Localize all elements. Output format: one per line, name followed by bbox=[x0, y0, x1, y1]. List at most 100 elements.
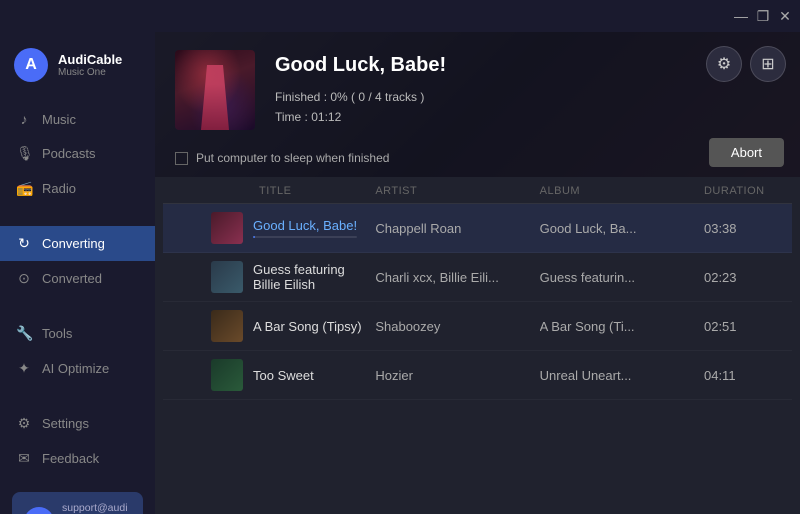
logo-icon: A bbox=[14, 48, 48, 82]
header-album: ALBUM bbox=[540, 185, 704, 197]
sidebar-label-podcasts: Podcasts bbox=[42, 146, 95, 161]
track-name: A Bar Song (Tipsy) bbox=[253, 319, 362, 334]
minimize-button[interactable]: — bbox=[734, 9, 748, 23]
track-title-cell: Too Sweet bbox=[211, 359, 375, 391]
track-artist: Chappell Roan bbox=[375, 221, 539, 236]
sidebar-label-feedback: Feedback bbox=[42, 451, 99, 466]
banner-content: Good Luck, Babe! Finished : 0% ( 0 / 4 t… bbox=[155, 32, 800, 140]
radio-icon: 📻 bbox=[16, 180, 32, 197]
track-title-cell: Good Luck, Babe! bbox=[211, 212, 375, 244]
close-button[interactable]: ✕ bbox=[778, 9, 792, 23]
track-duration: 04:11 bbox=[704, 368, 784, 383]
sidebar-item-converted[interactable]: ⊙ Converted bbox=[0, 261, 155, 296]
sidebar-label-radio: Radio bbox=[42, 181, 76, 196]
track-artist: Hozier bbox=[375, 368, 539, 383]
track-thumbnail bbox=[211, 310, 243, 342]
track-duration: 02:23 bbox=[704, 270, 784, 285]
table-row[interactable]: Too Sweet Hozier Unreal Uneart... 04:11 bbox=[163, 351, 792, 400]
track-progress-bar bbox=[253, 236, 357, 238]
table-row[interactable]: Guess featuring Billie Eilish Charli xcx… bbox=[163, 253, 792, 302]
track-artist: Charli xcx, Billie Eili... bbox=[375, 270, 539, 285]
sidebar-item-tools[interactable]: 🔧 Tools bbox=[0, 316, 155, 351]
track-name-wrapper: Guess featuring Billie Eilish bbox=[253, 262, 375, 292]
account-email: support@audicable.com bbox=[62, 502, 131, 514]
sidebar-nav-convert: ↻ Converting ⊙ Converted bbox=[0, 222, 155, 300]
track-thumbnail bbox=[211, 212, 243, 244]
sidebar-label-converting: Converting bbox=[42, 236, 105, 251]
banner-info: Good Luck, Babe! Finished : 0% ( 0 / 4 t… bbox=[275, 50, 780, 128]
abort-button[interactable]: Abort bbox=[709, 138, 784, 167]
track-thumbnail bbox=[211, 359, 243, 391]
settings-icon: ⚙ bbox=[16, 415, 32, 432]
track-artist: Shaboozey bbox=[375, 319, 539, 334]
sleep-label: Put computer to sleep when finished bbox=[196, 151, 389, 165]
track-album: Good Luck, Ba... bbox=[540, 221, 660, 236]
sidebar-label-tools: Tools bbox=[42, 326, 72, 341]
table-header: TITLE ARTIST ALBUM DURATION bbox=[163, 177, 792, 204]
sidebar-label-converted: Converted bbox=[42, 271, 102, 286]
track-album: A Bar Song (Ti... bbox=[540, 319, 660, 334]
sidebar-label-ai: AI Optimize bbox=[42, 361, 109, 376]
app-name: AudiCable bbox=[58, 52, 122, 67]
table-row[interactable]: Good Luck, Babe! Chappell Roan Good Luck… bbox=[163, 204, 792, 253]
sidebar: A AudiCable Music One ♪ Music 🎙 Podcasts… bbox=[0, 32, 155, 514]
header-duration: DURATION bbox=[704, 185, 784, 197]
main-content: Good Luck, Babe! Finished : 0% ( 0 / 4 t… bbox=[155, 32, 800, 514]
converted-icon: ⊙ bbox=[16, 270, 32, 287]
header-artist: ARTIST bbox=[375, 185, 539, 197]
sidebar-nav-bottom: ⚙ Settings ✉ Feedback bbox=[0, 402, 155, 480]
sidebar-item-music[interactable]: ♪ Music bbox=[0, 102, 155, 136]
track-name-wrapper: A Bar Song (Tipsy) bbox=[253, 319, 362, 334]
track-album: Unreal Uneart... bbox=[540, 368, 660, 383]
account-avatar: 👤 bbox=[24, 507, 54, 514]
track-thumbnail bbox=[211, 261, 243, 293]
window-controls: — ❐ ✕ bbox=[734, 9, 792, 23]
track-name: Guess featuring Billie Eilish bbox=[253, 262, 375, 292]
track-progress-fill bbox=[253, 236, 255, 238]
podcasts-icon: 🎙 bbox=[16, 145, 32, 162]
table-row[interactable]: A Bar Song (Tipsy) Shaboozey A Bar Song … bbox=[163, 302, 792, 351]
sidebar-item-converting[interactable]: ↻ Converting bbox=[0, 226, 155, 261]
header-num bbox=[171, 185, 211, 197]
feedback-icon: ✉ bbox=[16, 450, 32, 467]
music-icon: ♪ bbox=[16, 111, 32, 127]
track-duration: 02:51 bbox=[704, 319, 784, 334]
logo-area: A AudiCable Music One bbox=[0, 40, 155, 98]
track-album: Guess featurin... bbox=[540, 270, 660, 285]
track-list: TITLE ARTIST ALBUM DURATION Good Luck, B… bbox=[155, 177, 800, 514]
track-name-wrapper: Good Luck, Babe! bbox=[253, 218, 357, 238]
track-duration: 03:38 bbox=[704, 221, 784, 236]
account-card[interactable]: 👤 support@audicable.com bbox=[12, 492, 143, 514]
sidebar-bottom: 👤 support@audicable.com bbox=[0, 480, 155, 514]
track-name: Good Luck, Babe! bbox=[253, 218, 357, 233]
maximize-button[interactable]: ❐ bbox=[756, 9, 770, 23]
header-title: TITLE bbox=[211, 185, 375, 197]
sleep-row: Put computer to sleep when finished bbox=[175, 151, 389, 165]
top-banner: Good Luck, Babe! Finished : 0% ( 0 / 4 t… bbox=[155, 32, 800, 177]
banner-title: Good Luck, Babe! bbox=[275, 54, 780, 77]
ai-icon: ✦ bbox=[16, 360, 32, 377]
sidebar-item-ai-optimize[interactable]: ✦ AI Optimize bbox=[0, 351, 155, 386]
sidebar-label-music: Music bbox=[42, 112, 76, 127]
tools-icon: 🔧 bbox=[16, 325, 32, 342]
sidebar-nav-tools: 🔧 Tools ✦ AI Optimize bbox=[0, 312, 155, 390]
sidebar-item-settings[interactable]: ⚙ Settings bbox=[0, 406, 155, 441]
sleep-checkbox[interactable] bbox=[175, 152, 188, 165]
time-label: Time : 01:12 bbox=[275, 107, 780, 127]
album-art bbox=[175, 50, 255, 130]
sidebar-item-podcasts[interactable]: 🎙 Podcasts bbox=[0, 136, 155, 171]
track-name: Too Sweet bbox=[253, 368, 314, 383]
title-bar: — ❐ ✕ bbox=[0, 0, 800, 32]
sidebar-item-feedback[interactable]: ✉ Feedback bbox=[0, 441, 155, 476]
logo-text: AudiCable Music One bbox=[58, 52, 122, 78]
app-subtitle: Music One bbox=[58, 67, 122, 78]
track-name-wrapper: Too Sweet bbox=[253, 368, 314, 383]
converting-icon: ↻ bbox=[16, 235, 32, 252]
track-title-cell: A Bar Song (Tipsy) bbox=[211, 310, 375, 342]
track-title-cell: Guess featuring Billie Eilish bbox=[211, 261, 375, 293]
app-body: A AudiCable Music One ♪ Music 🎙 Podcasts… bbox=[0, 32, 800, 514]
finished-label: Finished : 0% ( 0 / 4 tracks ) bbox=[275, 87, 780, 107]
sidebar-item-radio[interactable]: 📻 Radio bbox=[0, 171, 155, 206]
sidebar-nav-top: ♪ Music 🎙 Podcasts 📻 Radio bbox=[0, 98, 155, 210]
sidebar-label-settings: Settings bbox=[42, 416, 89, 431]
